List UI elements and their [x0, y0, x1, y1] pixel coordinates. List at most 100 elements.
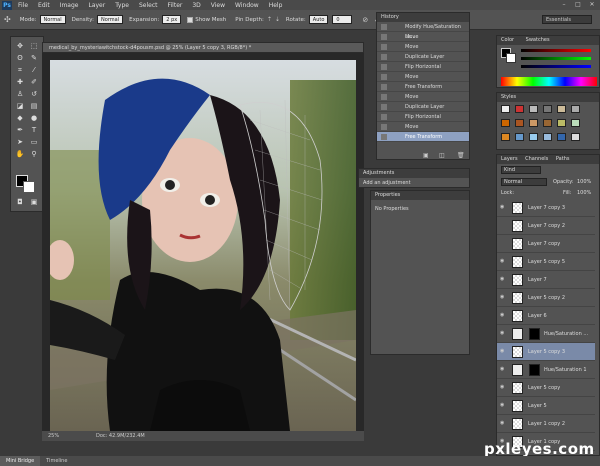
rotate-degree-input[interactable]: 0: [332, 15, 353, 24]
layer-filter-kind[interactable]: Kind: [501, 166, 541, 174]
layer-row[interactable]: ◉ Layer 5 copy: [497, 379, 595, 397]
layer-row[interactable]: ◉ Layer 5: [497, 397, 595, 415]
eye-icon[interactable]: ◉: [500, 313, 506, 318]
history-item[interactable]: Move: [377, 122, 469, 132]
history-item[interactable]: Move: [377, 42, 469, 52]
eyedropper-tool-icon[interactable]: ⁄: [28, 65, 40, 76]
mode-select[interactable]: Normal: [39, 15, 66, 24]
minimize-icon[interactable]: –: [558, 1, 570, 9]
lasso-tool-icon[interactable]: ʘ: [14, 53, 26, 64]
zoom-level[interactable]: 25%: [48, 431, 59, 441]
eye-icon[interactable]: ◉: [500, 367, 506, 372]
history-item[interactable]: Move: [377, 92, 469, 102]
pen-tool-icon[interactable]: ✒: [14, 125, 26, 136]
tab-timeline[interactable]: Timeline: [40, 456, 73, 466]
menu-select[interactable]: Select: [139, 2, 158, 9]
eye-icon[interactable]: ◉: [500, 277, 506, 282]
new-document-icon[interactable]: ◫: [439, 152, 445, 159]
layer-row[interactable]: ◉ Layer 1 copy 2: [497, 415, 595, 433]
adjustments-tab[interactable]: Adjustments: [359, 169, 469, 178]
style-swatch[interactable]: [515, 119, 524, 127]
tab-color[interactable]: Color: [501, 37, 514, 43]
menu-layer[interactable]: Layer: [88, 2, 105, 9]
path-select-tool-icon[interactable]: ➤: [14, 137, 26, 148]
history-item[interactable]: Move: [377, 72, 469, 82]
eye-icon[interactable]: ◉: [500, 385, 506, 390]
canvas-image[interactable]: [50, 60, 356, 431]
menu-help[interactable]: Help: [269, 2, 283, 9]
healing-tool-icon[interactable]: ✚: [14, 77, 26, 88]
style-swatch[interactable]: [571, 133, 580, 141]
layer-row[interactable]: ◉ Layer 6: [497, 307, 595, 325]
eye-icon[interactable]: ◉: [500, 205, 506, 210]
style-swatch[interactable]: [515, 105, 524, 113]
blur-tool-icon[interactable]: ◆: [14, 113, 26, 124]
show-mesh-checkbox[interactable]: [187, 16, 194, 23]
eye-icon[interactable]: ◉: [500, 259, 506, 264]
tab-mini-bridge[interactable]: Mini Bridge: [0, 456, 41, 466]
menu-view[interactable]: View: [211, 2, 225, 9]
style-swatch[interactable]: [529, 119, 538, 127]
history-item[interactable]: Move: [377, 32, 469, 42]
layer-row[interactable]: ◉ Layer 5 copy 2: [497, 289, 595, 307]
menu-file[interactable]: File: [18, 2, 28, 9]
style-swatch[interactable]: [557, 119, 566, 127]
eraser-tool-icon[interactable]: ◪: [14, 101, 26, 112]
style-swatch[interactable]: [529, 133, 538, 141]
shape-tool-icon[interactable]: ▭: [28, 137, 40, 148]
history-item[interactable]: Free Transform: [377, 82, 469, 92]
expansion-input[interactable]: 2 px: [162, 15, 182, 24]
style-swatch[interactable]: [543, 105, 552, 113]
density-select[interactable]: Normal: [97, 15, 124, 24]
fill-value[interactable]: 100%: [577, 190, 591, 196]
close-icon[interactable]: ✕: [586, 1, 598, 9]
eye-icon[interactable]: ◉: [500, 349, 506, 354]
history-item[interactable]: Flip Horizontal: [377, 62, 469, 72]
background-color-swatch[interactable]: [23, 181, 35, 193]
puppet-warp-tool-icon[interactable]: ✣: [4, 15, 11, 24]
quick-mask-icon[interactable]: ◘: [14, 197, 26, 208]
style-swatch[interactable]: [543, 133, 552, 141]
type-tool-icon[interactable]: T: [28, 125, 40, 136]
document-tab[interactable]: medical_by_mysteriawitchstock-d4pousm.ps…: [42, 42, 364, 53]
trash-icon[interactable]: 🗑: [457, 152, 465, 159]
tab-swatches[interactable]: Swatches: [526, 37, 550, 43]
history-item[interactable]: Modify Hue/Saturation La...: [377, 22, 469, 40]
green-slider[interactable]: [521, 57, 591, 60]
menu-window[interactable]: Window: [235, 2, 259, 9]
style-swatch[interactable]: [557, 133, 566, 141]
styles-tab[interactable]: Styles: [497, 93, 599, 102]
color-bg-swatch[interactable]: [506, 53, 516, 63]
style-swatch[interactable]: [557, 105, 566, 113]
pin-depth-down-icon[interactable]: ⇣: [275, 16, 280, 23]
style-swatch[interactable]: [571, 119, 580, 127]
crop-tool-icon[interactable]: ⌗: [14, 65, 26, 76]
menu-type[interactable]: Type: [115, 2, 129, 9]
history-brush-tool-icon[interactable]: ↺: [28, 89, 40, 100]
style-swatch[interactable]: [529, 105, 538, 113]
style-swatch[interactable]: [543, 119, 552, 127]
menu-filter[interactable]: Filter: [168, 2, 183, 9]
move-tool-icon[interactable]: ✥: [14, 41, 26, 52]
history-item[interactable]: Duplicate Layer: [377, 102, 469, 112]
menu-edit[interactable]: Edit: [38, 2, 50, 9]
style-swatch[interactable]: [571, 105, 580, 113]
history-item[interactable]: Flip Horizontal: [377, 112, 469, 122]
style-swatch[interactable]: [515, 133, 524, 141]
menu-image[interactable]: Image: [60, 2, 79, 9]
pin-depth-up-icon[interactable]: ⇡: [267, 16, 272, 23]
dodge-tool-icon[interactable]: ●: [28, 113, 40, 124]
style-swatch[interactable]: [501, 133, 510, 141]
layer-row[interactable]: ◉ Layer 7: [497, 271, 595, 289]
history-tab[interactable]: History: [377, 13, 469, 22]
tab-channels[interactable]: Channels: [525, 156, 548, 162]
color-spectrum[interactable]: [501, 77, 597, 86]
layer-row-selected[interactable]: ◉ Layer 5 copy 3: [497, 343, 595, 361]
eye-icon[interactable]: [500, 223, 506, 228]
history-item-selected[interactable]: Free Transform: [377, 132, 469, 142]
brush-tool-icon[interactable]: ✐: [28, 77, 40, 88]
workspace-select[interactable]: Essentials: [542, 15, 592, 24]
eye-icon[interactable]: ◉: [500, 331, 506, 336]
red-slider[interactable]: [521, 49, 591, 52]
document-size[interactable]: Doc: 42.9M/232.4M: [96, 431, 145, 441]
